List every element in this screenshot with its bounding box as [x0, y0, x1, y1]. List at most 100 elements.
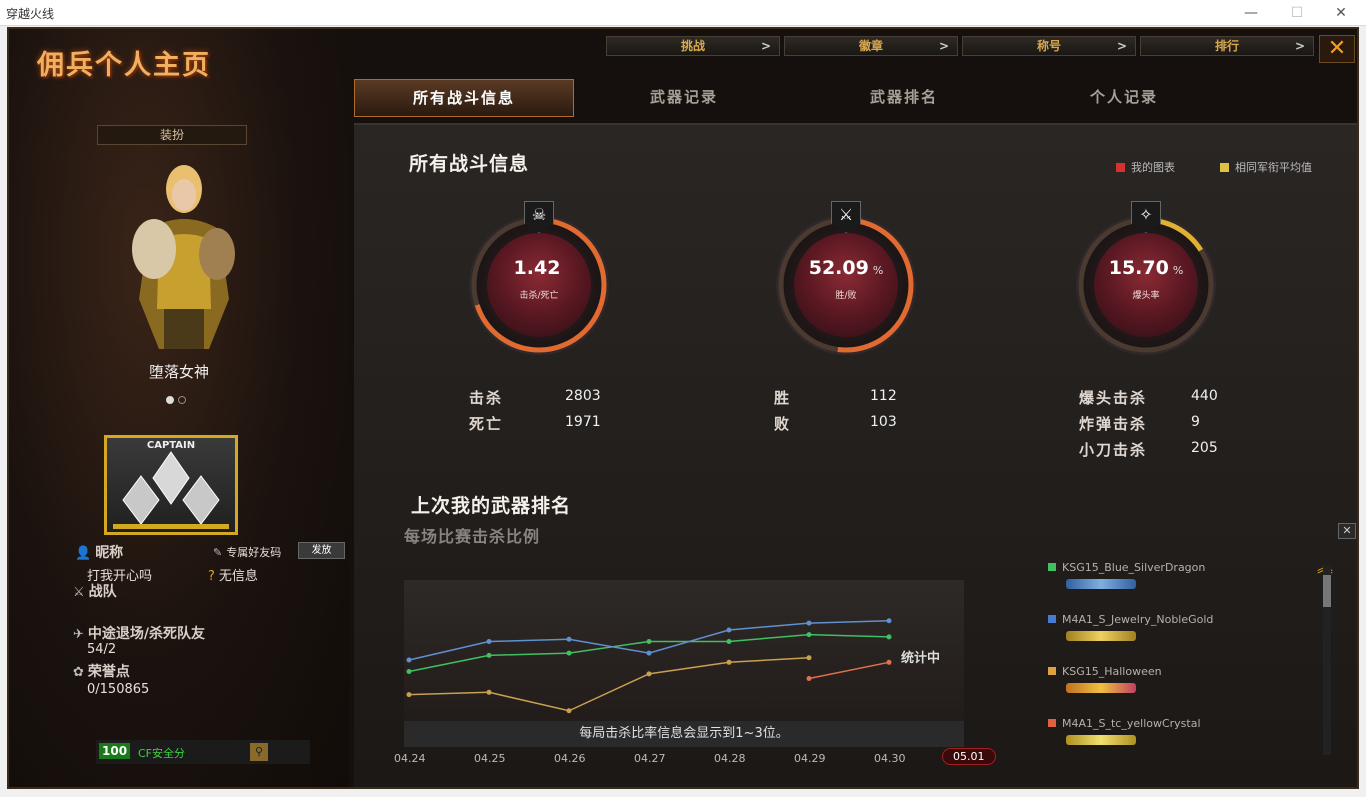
tab-title[interactable]: 称号 > [962, 36, 1136, 56]
close-button[interactable]: ✕ [1319, 35, 1355, 63]
data-point[interactable] [486, 652, 492, 658]
stat-label: 炸弹击杀 [1079, 415, 1148, 433]
team-row: ⚔ 战队 [73, 581, 117, 601]
legend-swatch [1116, 163, 1125, 172]
tab-badge[interactable]: 徽章 > [784, 36, 958, 56]
tab-challenge[interactable]: 挑战 > [606, 36, 780, 56]
weapon-name: M4A1_S_tc_yellowCrystal [1062, 717, 1201, 730]
weapon-name: M4A1_S_Jewelry_NobleGold [1062, 613, 1214, 626]
friend-code-row: ✎ 专属好友码 [213, 544, 281, 560]
weapon-list: KSG15_Blue_SilverDragon M4A1_S_Jewelry_N… [1048, 561, 1278, 769]
weapon-name-row: M4A1_S_Jewelry_NobleGold [1048, 613, 1278, 626]
data-point[interactable] [646, 639, 652, 645]
rank-diamonds-icon [113, 451, 229, 529]
series-swatch [1048, 719, 1056, 727]
x-tick-label[interactable]: 04.25 [474, 752, 506, 765]
weapon-image [1066, 579, 1136, 589]
close-icon[interactable]: ✕ [1338, 523, 1356, 539]
data-point[interactable] [566, 708, 572, 714]
list-item[interactable]: M4A1_S_tc_yellowCrystal [1048, 717, 1278, 769]
chevron-right-icon: > [1294, 39, 1305, 53]
data-point[interactable] [566, 650, 572, 656]
quit-label: 中途退场/杀死队友 [87, 626, 206, 642]
list-item[interactable]: KSG15_Halloween [1048, 665, 1278, 717]
data-point[interactable] [886, 659, 892, 665]
weapon-name: KSG15_Halloween [1062, 665, 1162, 678]
x-tick-label[interactable]: 04.28 [714, 752, 746, 765]
maximize-button[interactable]: ☐ [1274, 0, 1320, 26]
quit-value: 54/2 [87, 642, 117, 657]
scrollbar-thumb[interactable] [1323, 575, 1331, 607]
data-point[interactable] [726, 639, 732, 645]
weapon-name-row: KSG15_Halloween [1048, 665, 1278, 678]
x-tick-label[interactable]: 05.01 [942, 748, 996, 765]
list-item[interactable]: KSG15_Blue_SilverDragon [1048, 561, 1278, 613]
tab-all-battle-info[interactable]: 所有战斗信息 [354, 79, 574, 117]
os-window-title: 穿越火线 [6, 7, 55, 21]
gauge-headshot: 15.70% 爆头率 ✧ [1076, 201, 1216, 355]
os-close-button[interactable]: ✕ [1318, 0, 1364, 26]
data-point[interactable] [806, 675, 812, 681]
send-button[interactable]: 发放 [298, 542, 345, 559]
tab-weapon-records[interactable]: 武器记录 [574, 79, 794, 117]
chart-note: 每局击杀比率信息会显示到1~3位。 [404, 721, 964, 747]
tab-ranking[interactable]: 排行 > [1140, 36, 1314, 56]
gauge-kd: 1.42 击杀/死亡 ☠ [469, 201, 609, 355]
honor-label: 荣誉点 [87, 664, 130, 680]
character-avatar[interactable] [119, 159, 249, 369]
dress-button[interactable]: 装扮 [97, 125, 247, 145]
friend-code-label: 专属好友码 [226, 546, 282, 559]
x-tick-label[interactable]: 04.30 [874, 752, 906, 765]
carousel-dot[interactable] [178, 396, 186, 404]
data-point[interactable] [886, 634, 892, 640]
x-tick-label[interactable]: 04.26 [554, 752, 586, 765]
data-point[interactable] [726, 659, 732, 665]
gauge-value: 15.70% [1076, 257, 1216, 279]
carousel-dots [166, 389, 190, 408]
stat-value: 205 [1191, 440, 1218, 456]
search-icon[interactable]: ⚲ [250, 743, 268, 761]
data-point[interactable] [406, 692, 412, 698]
data-point[interactable] [406, 657, 412, 663]
weapon-rank-title: 上次我的武器排名 [411, 495, 572, 517]
weapon-name-row: M4A1_S_tc_yellowCrystal [1048, 717, 1278, 730]
series-line [808, 661, 890, 680]
data-point[interactable] [646, 671, 652, 677]
nickname-label: 昵称 [95, 545, 124, 561]
data-point[interactable] [646, 650, 652, 656]
x-tick-label[interactable]: 04.27 [634, 752, 666, 765]
data-point[interactable] [486, 689, 492, 695]
tab-weapon-ranking[interactable]: 武器排名 [794, 79, 1014, 117]
os-title-bar: 穿越火线 — ☐ ✕ [0, 0, 1366, 26]
stat-losses: 败 103 [774, 413, 897, 434]
gauge-center [794, 233, 898, 337]
data-point[interactable] [406, 669, 412, 675]
tab-personal-records[interactable]: 个人记录 [1014, 79, 1234, 117]
data-point[interactable] [806, 620, 812, 626]
gauge-label: 击杀/死亡 [519, 291, 559, 301]
chevron-right-icon: > [1116, 39, 1127, 53]
in-progress-label: 统计中 [901, 651, 941, 666]
x-tick-label[interactable]: 04.24 [394, 752, 426, 765]
data-point[interactable] [806, 632, 812, 638]
stat-label: 胜 [774, 389, 792, 407]
tag-icon: ✎ [213, 546, 223, 559]
data-point[interactable] [806, 655, 812, 661]
kill-ratio-line-chart [406, 618, 892, 714]
x-tick-label[interactable]: 04.29 [794, 752, 826, 765]
data-point[interactable] [566, 636, 572, 642]
list-item[interactable]: M4A1_S_Jewelry_NobleGold [1048, 613, 1278, 665]
weapon-image [1066, 735, 1136, 745]
gauge-number: 1.42 [513, 257, 561, 279]
legend-label: 我的图表 [1131, 161, 1175, 174]
cf-security-bar: 100 CF安全分 ⚲ [96, 740, 310, 764]
data-point[interactable] [486, 639, 492, 645]
no-info-text: 无信息 [218, 569, 258, 584]
carousel-dot[interactable] [166, 396, 174, 404]
data-point[interactable] [726, 627, 732, 633]
page-title: 佣兵个人主页 [37, 50, 211, 81]
gauge-value: 1.42 [469, 257, 609, 279]
scrollbar[interactable] [1323, 565, 1331, 755]
data-point[interactable] [886, 618, 892, 624]
minimize-button[interactable]: — [1228, 0, 1274, 26]
